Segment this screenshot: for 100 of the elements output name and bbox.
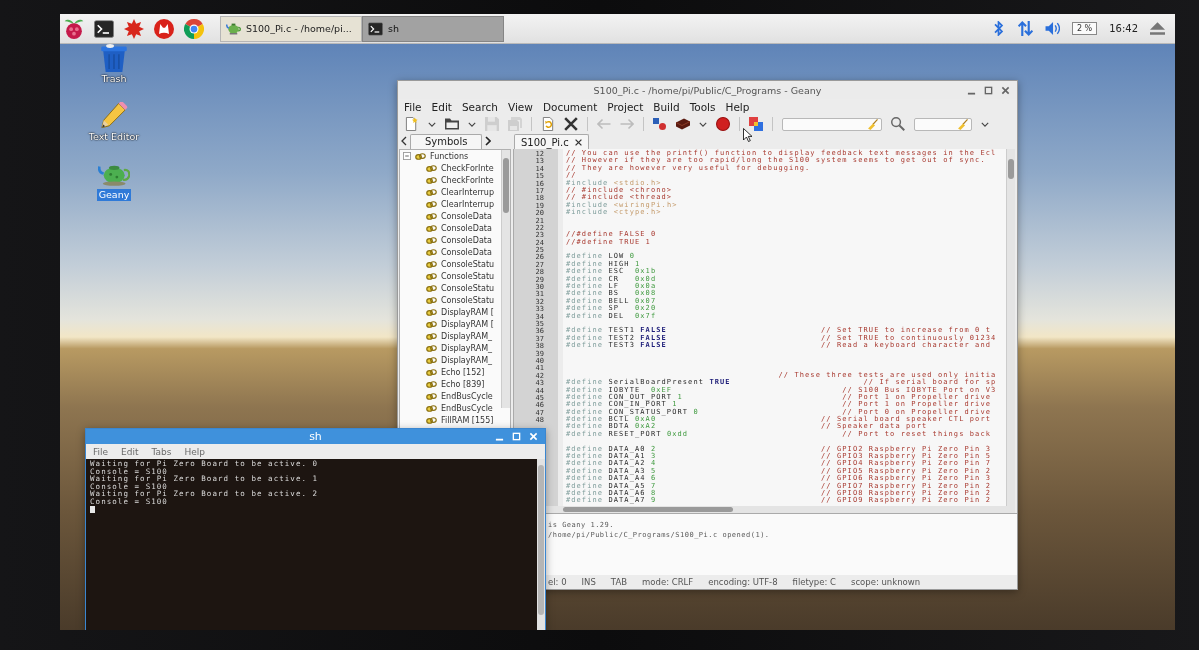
raspberry-icon[interactable] xyxy=(64,18,84,39)
terminal-icon[interactable] xyxy=(94,18,114,39)
trash-icon[interactable] xyxy=(98,44,130,72)
tree-item[interactable]: DisplayRAM_ xyxy=(400,330,501,342)
menu-item[interactable]: File xyxy=(93,446,109,457)
pencil-icon[interactable] xyxy=(98,102,130,130)
status-item: INS xyxy=(581,577,596,587)
menu-item[interactable]: Help xyxy=(725,101,750,113)
search-icon[interactable] xyxy=(891,117,905,131)
volume-icon[interactable] xyxy=(1044,21,1060,36)
chain-icon xyxy=(426,212,437,220)
menu-item[interactable]: Edit xyxy=(431,101,452,113)
tree-item[interactable]: CheckForInte xyxy=(400,162,501,174)
circle-icon[interactable] xyxy=(716,117,730,131)
broom-icon[interactable] xyxy=(958,118,968,130)
tree-item[interactable]: FillRAM [155] xyxy=(400,414,501,426)
tree-item[interactable]: ConsoleStatu xyxy=(400,294,501,306)
tree-item[interactable]: ConsoleStatu xyxy=(400,270,501,282)
menu-item[interactable]: Document xyxy=(542,101,598,113)
chevron-left-icon[interactable] xyxy=(401,136,407,146)
tree-item[interactable]: EndBusCycle xyxy=(400,390,501,402)
scrollbar[interactable] xyxy=(1006,149,1015,506)
folder-icon[interactable] xyxy=(445,117,459,131)
chain-icon xyxy=(426,404,437,412)
scrollbar[interactable] xyxy=(537,459,545,630)
close-icon[interactable] xyxy=(574,138,582,146)
menu-item[interactable]: Search xyxy=(461,101,498,113)
tree-item[interactable]: ConsoleStatu xyxy=(400,258,501,270)
tree-item[interactable]: DisplayRAM [ xyxy=(400,306,501,318)
chain-icon xyxy=(426,416,437,424)
tree-item[interactable]: ConsoleData xyxy=(400,246,501,258)
taskbar-button[interactable]: sh xyxy=(362,15,504,42)
chain-icon xyxy=(415,152,426,160)
menu-item[interactable]: Tools xyxy=(689,101,716,113)
window-title: S100_Pi.c - /home/pi/Public/C_Programs - Geany xyxy=(593,84,822,96)
window-title: sh xyxy=(309,430,322,443)
desktop-icon-label[interactable]: Geany xyxy=(96,189,132,201)
clock: 16:42 xyxy=(1109,23,1138,34)
brick-icon[interactable] xyxy=(676,117,690,131)
caret-icon[interactable] xyxy=(428,121,436,127)
caret-icon[interactable] xyxy=(468,121,476,127)
chain-icon xyxy=(426,188,437,196)
taskbar-button[interactable]: S100_Pi.c - /home/pi... xyxy=(220,15,362,42)
terminal-icon xyxy=(368,21,383,36)
editor-tab[interactable]: S100_Pi.c xyxy=(514,134,589,149)
chain-icon xyxy=(426,344,437,352)
eject-icon[interactable] xyxy=(1150,21,1165,36)
close-icon[interactable] xyxy=(564,117,578,131)
maximize-icon[interactable] xyxy=(984,85,993,95)
tree-item[interactable]: ConsoleData xyxy=(400,222,501,234)
tree-item[interactable]: Functions xyxy=(400,150,501,162)
tree-item[interactable]: CheckForInte xyxy=(400,174,501,186)
tree-item[interactable]: ClearInterrup xyxy=(400,186,501,198)
chain-icon xyxy=(426,296,437,304)
caret-icon[interactable] xyxy=(699,121,707,127)
chain-icon xyxy=(426,176,437,184)
status-item: encoding: UTF-8 xyxy=(708,577,778,587)
chain-icon xyxy=(426,320,437,328)
cpu-monitor: 2 % xyxy=(1071,22,1098,35)
menu-item[interactable]: Help xyxy=(184,446,205,457)
collapse-icon[interactable] xyxy=(403,152,411,160)
caret-icon[interactable] xyxy=(981,121,989,127)
tree-item[interactable]: Echo [839] xyxy=(400,378,501,390)
tree-item[interactable]: EndBusCycle xyxy=(400,402,501,414)
status-item: filetype: C xyxy=(792,577,836,587)
menu-item[interactable]: File xyxy=(404,101,422,113)
teapot-icon xyxy=(226,21,241,36)
tree-item[interactable]: ConsoleStatu xyxy=(400,282,501,294)
reload-document-icon[interactable] xyxy=(541,117,555,131)
chain-icon xyxy=(426,236,437,244)
status-item: el: 0 xyxy=(548,577,567,587)
star-burst-icon[interactable] xyxy=(124,18,144,39)
tree-item[interactable]: ClearInterrup xyxy=(400,198,501,210)
tree-item[interactable]: ConsoleData xyxy=(400,210,501,222)
line-field[interactable] xyxy=(914,117,972,131)
tree-item[interactable]: Echo [152] xyxy=(400,366,501,378)
menu-item[interactable]: Tabs xyxy=(151,446,172,457)
search-field[interactable] xyxy=(782,117,882,131)
menu-item[interactable]: Project xyxy=(607,101,644,113)
tree-item[interactable]: ConsoleData xyxy=(400,234,501,246)
network-arrows-icon[interactable] xyxy=(1017,21,1033,36)
sidebar-tab[interactable]: Symbols xyxy=(410,134,483,149)
tree-item[interactable]: DisplayRAM [ xyxy=(400,318,501,330)
tree-item[interactable]: DisplayRAM_ xyxy=(400,354,501,366)
menu-item[interactable]: Build xyxy=(653,101,680,113)
chain-icon xyxy=(426,224,437,232)
chain-icon xyxy=(426,260,437,268)
menu-item[interactable]: View xyxy=(508,101,533,113)
browser-icon[interactable] xyxy=(184,18,204,39)
shapes-icon[interactable] xyxy=(653,117,667,131)
menu-item[interactable]: Edit xyxy=(121,446,139,457)
round-logo-icon[interactable] xyxy=(154,18,174,39)
broom-icon[interactable] xyxy=(868,118,878,130)
new-document-icon[interactable] xyxy=(405,117,419,131)
close-icon[interactable] xyxy=(1001,85,1010,95)
status-item: scope: unknown xyxy=(851,577,921,587)
tree-item[interactable]: DisplayRAM_ xyxy=(400,342,501,354)
scrollbar[interactable] xyxy=(501,150,510,408)
overlapping-squares-icon[interactable] xyxy=(749,117,763,131)
chevron-right-icon[interactable] xyxy=(485,136,492,146)
